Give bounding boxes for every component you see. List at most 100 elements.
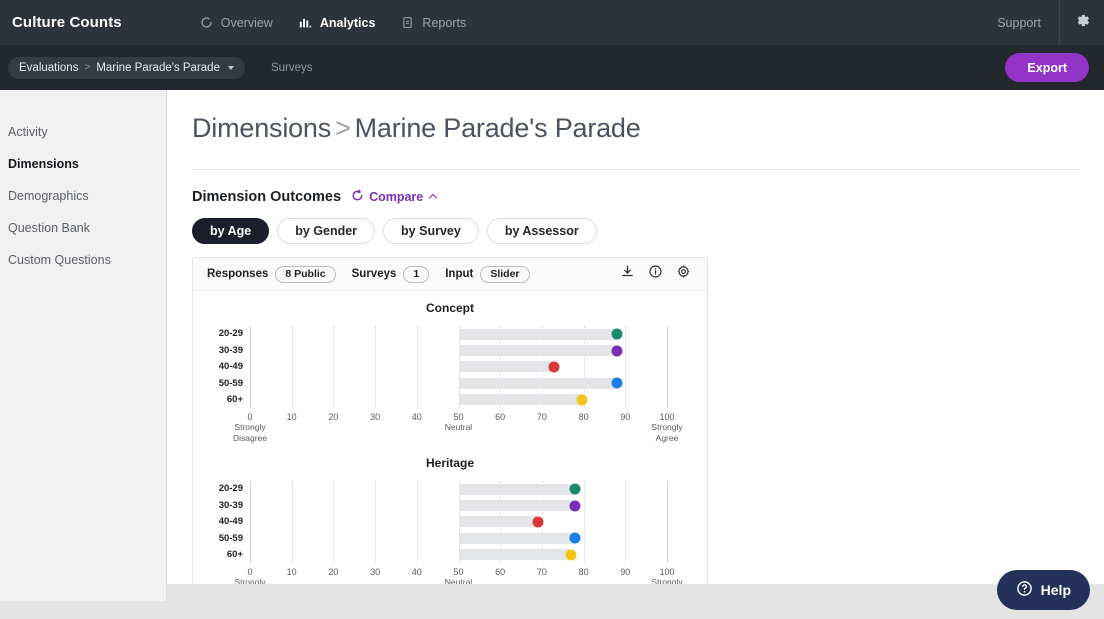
nav-label-overview: Overview (220, 15, 273, 30)
x-tick: 20 (328, 412, 338, 422)
bar-rows-heritage (250, 481, 667, 563)
gear-icon (1074, 12, 1091, 34)
bar-30-39 (458, 345, 617, 357)
settings-button[interactable] (1060, 0, 1104, 45)
help-button[interactable]: Help (996, 570, 1090, 610)
x-tick: 80 (579, 412, 589, 422)
y-label: 20-29 (218, 328, 243, 340)
tab-by-assessor[interactable]: by Assessor (486, 218, 597, 244)
x-tick: 50 Neutral (445, 412, 472, 433)
nav-label-reports: Reports (422, 15, 467, 30)
data-point-60+[interactable] (576, 394, 587, 406)
tab-by-gender[interactable]: by Gender (277, 218, 376, 244)
x-tick-sublabel: Strongly (234, 422, 266, 432)
data-point-50-59[interactable] (611, 377, 623, 389)
chevron-up-icon[interactable] (429, 193, 438, 203)
x-tick-value: 0 (247, 567, 253, 577)
chart-title-heritage: Heritage (425, 456, 475, 470)
data-point-40-49[interactable] (532, 516, 544, 528)
y-label: 50-59 (218, 532, 243, 544)
gridline (667, 326, 668, 408)
surveys-link[interactable]: Surveys (271, 62, 313, 74)
x-tick-value: 90 (620, 412, 631, 422)
document-icon (401, 16, 414, 29)
x-tick: 40 (412, 412, 422, 422)
info-button[interactable] (641, 260, 669, 288)
breadcrumb-root[interactable]: Evaluations (19, 62, 78, 74)
meta-label-input: Input (445, 268, 474, 280)
breadcrumb-separator: > (84, 62, 91, 73)
breadcrumb-current[interactable]: Marine Parade's Parade (96, 62, 220, 74)
meta-label-surveys: Surveys (351, 268, 397, 280)
nav-item-analytics[interactable]: Analytics (299, 16, 375, 30)
x-tick-value: 60 (495, 412, 506, 422)
plot-area-concept: 20-29 30-39 40-49 50-59 60+ (219, 326, 668, 408)
y-label: 50-59 (218, 377, 243, 389)
meta-responses: Responses 8 Public (207, 265, 336, 283)
sidebar-item-dimensions[interactable]: Dimensions (0, 148, 166, 180)
data-point-30-39[interactable] (611, 345, 623, 357)
meta-value-input: Slider (480, 265, 530, 283)
chart-heritage: Heritage 20-29 30-39 40-49 50-59 60+ 0 S… (193, 446, 707, 601)
bar-40-49 (458, 516, 538, 528)
y-label: 30-39 (218, 499, 243, 511)
help-label: Help (1040, 582, 1071, 598)
bar-30-39 (458, 500, 576, 512)
x-tick-value: 30 (370, 412, 381, 422)
data-point-40-49[interactable] (548, 361, 560, 373)
breadcrumb[interactable]: Evaluations > Marine Parade's Parade (8, 56, 245, 79)
x-axis-concept: 0 Strongly Disagree 10 20 30 40 50 Neutral 60 70 80… (233, 412, 683, 446)
x-tick-value: 50 (453, 567, 464, 577)
nav-item-overview[interactable]: Overview (200, 16, 273, 30)
bar-40-49 (458, 361, 555, 373)
top-navigation-bar: Culture Counts Overview Analytics Report… (0, 0, 1104, 45)
export-button[interactable]: Export (1005, 53, 1089, 82)
x-tick: 70 (537, 412, 547, 422)
nav-item-reports[interactable]: Reports (401, 16, 466, 30)
data-point-50-59[interactable] (569, 532, 581, 544)
y-label: 30-39 (218, 344, 243, 356)
grouping-tabs: by Age by Gender by Survey by Assessor (192, 218, 1104, 244)
x-tick-value: 60 (495, 567, 506, 577)
bar-chart-icon (299, 16, 312, 29)
page-title: Dimensions > Marine Parade's Parade (192, 90, 1104, 144)
x-tick-value: 40 (411, 567, 422, 577)
primary-nav: Overview Analytics Reports (200, 16, 466, 30)
x-tick-value: 0 (247, 412, 253, 422)
x-tick: 30 (370, 567, 380, 577)
data-point-30-39[interactable] (569, 500, 581, 512)
x-tick: 100StronglyAgree (651, 412, 682, 443)
table-row (250, 377, 667, 389)
main-content: Dimensions > Marine Parade's Parade Dimens… (167, 90, 1104, 601)
tab-by-age[interactable]: by Age (192, 218, 270, 244)
sidebar-item-activity[interactable]: Activity (0, 116, 166, 148)
x-tick: 90 (620, 412, 630, 422)
sidebar-item-custom-questions[interactable]: Custom Questions (0, 244, 166, 276)
download-button[interactable] (613, 260, 641, 288)
sidebar-item-demographics[interactable]: Demographics (0, 180, 166, 212)
compare-toggle[interactable]: Compare (351, 189, 438, 205)
table-row (250, 532, 667, 544)
x-tick-value: 20 (328, 412, 339, 422)
x-tick: 0StronglyDisagree (233, 412, 267, 443)
chevron-down-icon[interactable] (227, 65, 234, 70)
bar-rows-concept (250, 326, 667, 408)
meta-input: Input Slider (445, 265, 530, 283)
circle-refresh-icon (200, 16, 213, 29)
data-point-20-29[interactable] (569, 483, 581, 495)
page-title-secondary: Marine Parade's Parade (354, 113, 641, 143)
nav-right-group: Support (997, 0, 1104, 45)
x-tick-value: 30 (370, 567, 381, 577)
chart-title-concept: Concept (426, 301, 474, 315)
x-tick-value: 80 (578, 567, 589, 577)
x-tick-value: 100 (659, 567, 675, 577)
support-link[interactable]: Support (997, 16, 1059, 30)
data-point-60+[interactable] (565, 549, 577, 561)
x-tick: 90 (620, 567, 630, 577)
x-tick-value: 70 (536, 412, 547, 422)
tab-by-survey[interactable]: by Survey (383, 218, 479, 244)
chart-settings-button[interactable] (669, 260, 697, 288)
sidebar: Activity Dimensions Demographics Questio… (0, 90, 167, 601)
sidebar-item-question-bank[interactable]: Question Bank (0, 212, 166, 244)
data-point-20-29[interactable] (611, 328, 623, 340)
